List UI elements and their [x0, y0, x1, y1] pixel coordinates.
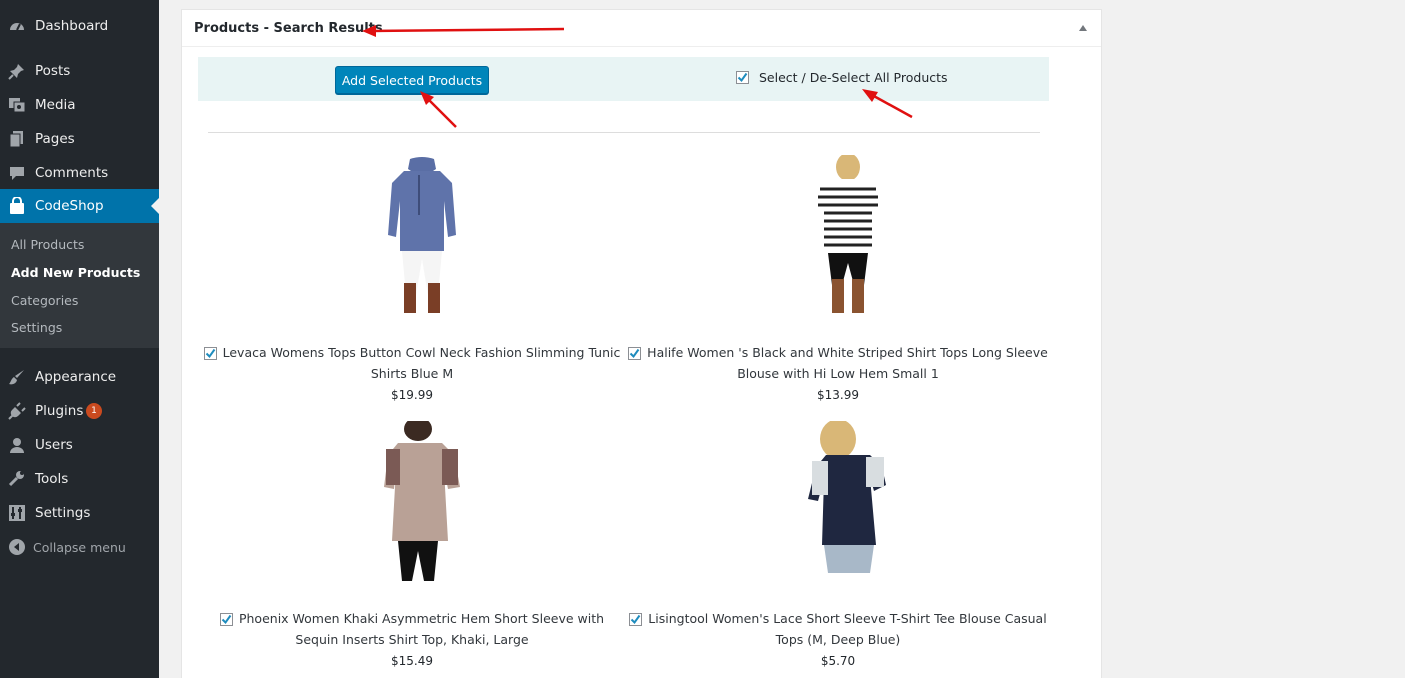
update-count-badge: 1: [86, 403, 102, 419]
sidebar-item-label: Plugins: [35, 403, 84, 419]
submenu-categories[interactable]: Categories: [11, 293, 78, 308]
sidebar-item-comments[interactable]: Comments: [0, 156, 159, 190]
sidebar-item-media[interactable]: Media: [0, 88, 159, 122]
bulk-actions-bar: Add Selected Products Select / De-Select…: [198, 57, 1049, 101]
product-image: [372, 417, 472, 581]
sidebar-item-tools[interactable]: Tools: [0, 462, 159, 496]
collapse-menu-button[interactable]: Collapse menu: [0, 530, 159, 564]
sidebar-item-settings[interactable]: Settings: [0, 496, 159, 530]
toggle-panel-arrow-icon[interactable]: [1079, 25, 1087, 31]
settings-icon: [8, 504, 26, 522]
product-price: $19.99: [391, 388, 433, 402]
sidebar-item-users[interactable]: Users: [0, 428, 159, 462]
submenu-all-products[interactable]: All Products: [11, 237, 84, 252]
product-title-text: Halife Women 's Black and White Striped …: [647, 345, 1048, 381]
pin-icon: [8, 62, 26, 80]
product-card: Levaca Womens Tops Button Cowl Neck Fash…: [202, 155, 622, 405]
codeshop-submenu: All Products Add New Products Categories…: [0, 223, 159, 348]
divider: [208, 132, 1040, 133]
sidebar-item-label: Appearance: [35, 369, 117, 385]
select-all-checkbox[interactable]: [736, 71, 749, 84]
search-results-panel: Products - Search Results Add Selected P…: [181, 9, 1102, 678]
product-image: [798, 153, 898, 315]
sidebar-item-codeshop[interactable]: CodeShop: [0, 189, 159, 223]
product-checkbox[interactable]: [628, 347, 642, 360]
comments-icon: [8, 164, 26, 182]
product-price: $13.99: [817, 388, 859, 402]
panel-header: Products - Search Results: [182, 10, 1101, 47]
product-image: [798, 419, 898, 581]
select-all-label: Select / De-Select All Products: [759, 70, 948, 85]
admin-sidebar: Dashboard Posts Media Pages Comments Cod…: [0, 0, 159, 678]
sidebar-item-plugins[interactable]: Plugins 1: [0, 394, 159, 428]
product-title: Phoenix Women Khaki Asymmetric Hem Short…: [202, 608, 622, 650]
sidebar-item-label: CodeShop: [35, 198, 104, 214]
product-image: [372, 155, 472, 315]
media-icon: [8, 96, 26, 114]
plugin-icon: [8, 402, 26, 420]
product-card: Lisingtool Women's Lace Short Sleeve T-S…: [628, 419, 1048, 671]
sidebar-item-label: Media: [35, 97, 76, 113]
product-title: Lisingtool Women's Lace Short Sleeve T-S…: [628, 608, 1048, 650]
sidebar-item-label: Users: [35, 437, 73, 453]
product-title-text: Lisingtool Women's Lace Short Sleeve T-S…: [648, 611, 1047, 647]
paintbrush-icon: [8, 368, 26, 386]
select-all-toggle[interactable]: Select / De-Select All Products: [736, 70, 948, 85]
product-title: Levaca Womens Tops Button Cowl Neck Fash…: [202, 342, 622, 384]
add-selected-products-button[interactable]: Add Selected Products: [335, 66, 489, 94]
sidebar-item-pages[interactable]: Pages: [0, 122, 159, 156]
submenu-add-new-products[interactable]: Add New Products: [11, 265, 140, 280]
product-title-text: Levaca Womens Tops Button Cowl Neck Fash…: [222, 345, 621, 381]
sidebar-item-label: Comments: [35, 165, 109, 181]
panel-title: Products - Search Results: [194, 21, 383, 36]
product-title: Halife Women 's Black and White Striped …: [628, 342, 1048, 384]
sidebar-item-label: Tools: [35, 471, 69, 487]
submenu-settings[interactable]: Settings: [11, 320, 62, 335]
sidebar-item-label: Posts: [35, 63, 71, 79]
sidebar-item-label: Dashboard: [35, 18, 109, 34]
product-checkbox[interactable]: [203, 347, 217, 360]
collapse-icon: [8, 538, 26, 556]
shopping-bag-icon: [8, 197, 26, 215]
product-card: Halife Women 's Black and White Striped …: [628, 153, 1048, 405]
dashboard-icon: [8, 17, 26, 35]
sidebar-item-label: Pages: [35, 131, 75, 147]
product-title-text: Phoenix Women Khaki Asymmetric Hem Short…: [238, 611, 605, 647]
collapse-menu-label: Collapse menu: [33, 539, 126, 555]
users-icon: [8, 436, 26, 454]
product-card: Phoenix Women Khaki Asymmetric Hem Short…: [202, 417, 622, 671]
product-checkbox[interactable]: [219, 613, 233, 626]
pages-icon: [8, 130, 26, 148]
product-price: $15.49: [391, 654, 433, 668]
wrench-icon: [8, 470, 26, 488]
sidebar-item-dashboard[interactable]: Dashboard: [0, 9, 159, 43]
product-checkbox[interactable]: [629, 613, 643, 626]
sidebar-item-appearance[interactable]: Appearance: [0, 360, 159, 394]
sidebar-item-label: Settings: [35, 505, 91, 521]
sidebar-item-posts[interactable]: Posts: [0, 54, 159, 88]
product-price: $5.70: [820, 654, 856, 668]
